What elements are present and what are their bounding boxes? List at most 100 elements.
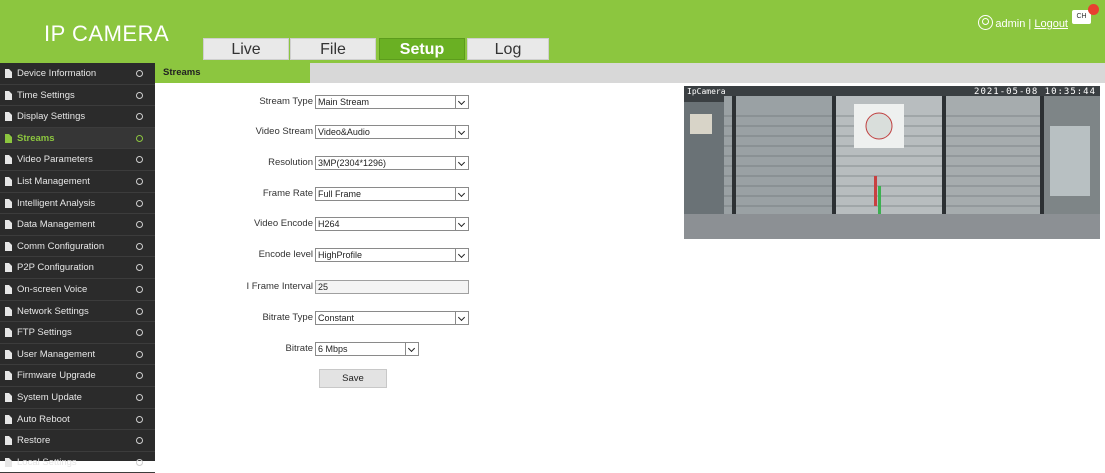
encode-level-row: Encode level HighProfile — [155, 248, 475, 262]
sidebar-item-label: Video Parameters — [17, 154, 93, 166]
nav-tab-log[interactable]: Log — [467, 38, 549, 60]
chevron-down-icon[interactable] — [455, 157, 468, 169]
sidebar-item-auto-reboot[interactable]: Auto Reboot — [0, 409, 155, 431]
page-title-bar: Streams — [155, 63, 1105, 83]
i-frame-interval-input[interactable]: 25 — [315, 280, 469, 294]
app-logo: IP CAMERA — [44, 21, 170, 46]
circle-icon — [136, 221, 143, 229]
sidebar-item-label: Firmware Upgrade — [17, 370, 96, 382]
encode-level-value: HighProfile — [318, 250, 363, 260]
sidebar-item-p2p-configuration[interactable]: P2P Configuration — [0, 257, 155, 279]
frame-rate-select[interactable]: Full Frame — [315, 187, 469, 201]
language-flag-icon[interactable] — [1088, 4, 1099, 15]
chevron-down-icon[interactable] — [455, 188, 468, 200]
sidebar-item-label: On-screen Voice — [17, 283, 88, 295]
stream-type-value: Main Stream — [318, 97, 370, 107]
circle-icon — [136, 177, 143, 185]
sidebar-item-data-management[interactable]: Data Management — [0, 214, 155, 236]
sidebar-item-firmware-upgrade[interactable]: Firmware Upgrade — [0, 365, 155, 387]
window-frame — [832, 96, 836, 214]
sidebar-item-on-screen-voice[interactable]: On-screen Voice — [0, 279, 155, 301]
sidebar-item-user-management[interactable]: User Management — [0, 344, 155, 366]
document-icon — [5, 155, 12, 165]
logout-link[interactable]: Logout — [1034, 18, 1068, 30]
camera-scene — [684, 86, 1100, 239]
sidebar-item-streams[interactable]: Streams — [0, 127, 155, 150]
circle-icon — [136, 199, 143, 207]
sidebar-item-label: Auto Reboot — [17, 413, 70, 425]
sidebar-item-display-settings[interactable]: Display Settings — [0, 106, 155, 128]
encode-level-select[interactable]: HighProfile — [315, 248, 469, 262]
sidebar-item-label: Display Settings — [17, 111, 86, 123]
sidebar-item-video-parameters[interactable]: Video Parameters — [0, 149, 155, 171]
document-icon — [5, 414, 12, 424]
stream-type-select[interactable]: Main Stream — [315, 95, 469, 109]
document-icon — [5, 349, 12, 359]
chevron-down-icon[interactable] — [455, 312, 468, 324]
document-icon — [5, 263, 12, 273]
save-button[interactable]: Save — [319, 369, 387, 388]
user-separator: | — [1028, 18, 1032, 30]
osd-camera-name: IpCamera — [687, 87, 726, 96]
bitrate-type-row: Bitrate Type Constant — [155, 311, 475, 325]
sidebar-item-comm-configuration[interactable]: Comm Configuration — [0, 236, 155, 258]
video-stream-select[interactable]: Video&Audio — [315, 125, 469, 139]
sidebar-item-local-settings[interactable]: Local Settings — [0, 452, 155, 473]
circle-icon — [136, 242, 143, 250]
top-header: IP CAMERA Live File Setup Log admin | Lo… — [0, 0, 1105, 63]
bitrate-type-label: Bitrate Type — [262, 312, 313, 323]
bitrate-type-select[interactable]: Constant — [315, 311, 469, 325]
document-icon — [5, 371, 12, 381]
sidebar-item-label: Intelligent Analysis — [17, 197, 96, 209]
window-frame — [732, 96, 736, 214]
stream-type-label: Stream Type — [259, 96, 313, 107]
circle-icon — [136, 134, 143, 142]
sidebar-item-label: Streams — [17, 132, 55, 144]
page-title: Streams — [155, 63, 310, 83]
sidebar-item-network-settings[interactable]: Network Settings — [0, 301, 155, 323]
sidebar-item-restore[interactable]: Restore — [0, 430, 155, 452]
red-marker — [874, 176, 877, 206]
circle-icon — [136, 70, 143, 77]
document-icon — [5, 133, 12, 143]
sidebar-item-label: Restore — [17, 435, 51, 447]
sidebar-item-label: Network Settings — [17, 305, 89, 317]
nav-tab-setup[interactable]: Setup — [379, 38, 465, 60]
bitrate-type-value: Constant — [318, 313, 355, 323]
video-stream-label: Video Stream — [255, 126, 313, 137]
sidebar-item-system-update[interactable]: System Update — [0, 387, 155, 409]
sidebar-item-time-settings[interactable]: Time Settings — [0, 85, 155, 107]
chevron-down-icon[interactable] — [455, 249, 468, 261]
document-icon — [5, 436, 12, 446]
poster-graphic — [865, 112, 893, 140]
sidebar-item-ftp-settings[interactable]: FTP Settings — [0, 322, 155, 344]
chevron-down-icon[interactable] — [455, 126, 468, 138]
circle-icon — [136, 437, 143, 445]
sidebar-item-list-management[interactable]: List Management — [0, 171, 155, 193]
circle-icon — [136, 91, 143, 99]
nav-tab-file[interactable]: File — [290, 38, 376, 60]
bitrate-row: Bitrate 6 Mbps — [155, 342, 475, 356]
resolution-row: Resolution 3MP(2304*1296) — [155, 156, 475, 170]
frame-rate-label: Frame Rate — [262, 188, 313, 199]
circle-icon — [136, 329, 143, 337]
bitrate-select[interactable]: 6 Mbps — [315, 342, 419, 356]
chevron-down-icon[interactable] — [455, 218, 468, 230]
circle-icon — [136, 372, 143, 380]
live-video-preview[interactable]: IpCamera 2021-05-08 10:35:44 — [684, 86, 1100, 239]
chevron-down-icon[interactable] — [405, 343, 418, 355]
circle-icon — [136, 458, 143, 466]
video-stream-row: Video Stream Video&Audio — [155, 125, 475, 139]
i-frame-interval-row: I Frame Interval 25 — [155, 280, 475, 294]
video-encode-select[interactable]: H264 — [315, 217, 469, 231]
resolution-select[interactable]: 3MP(2304*1296) — [315, 156, 469, 170]
circle-icon — [136, 156, 143, 164]
chevron-down-icon[interactable] — [455, 96, 468, 108]
document-icon — [5, 90, 12, 100]
sidebar-item-label: System Update — [17, 391, 82, 403]
nav-tab-live[interactable]: Live — [203, 38, 289, 60]
video-stream-value: Video&Audio — [318, 127, 370, 137]
sidebar-item-intelligent-analysis[interactable]: Intelligent Analysis — [0, 193, 155, 215]
sidebar-item-device-information[interactable]: Device Information — [0, 63, 155, 85]
document-icon — [5, 241, 12, 251]
